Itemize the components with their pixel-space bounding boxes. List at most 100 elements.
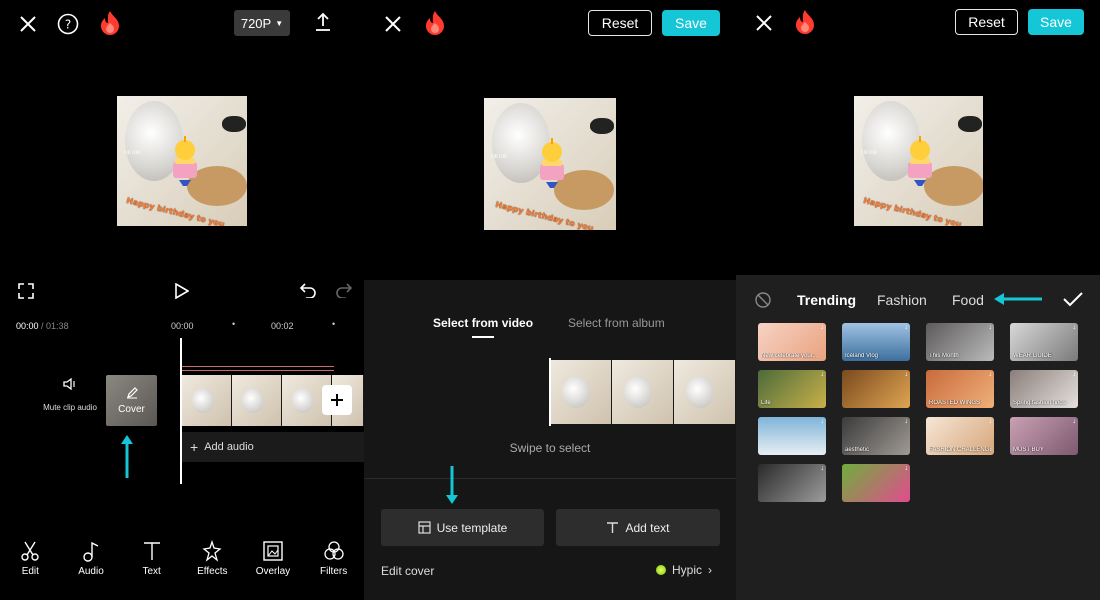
tool-filters[interactable]: Filters	[304, 540, 364, 577]
download-icon: ↓	[988, 371, 993, 378]
hypic-link[interactable]: Hypic ›	[656, 563, 712, 577]
reset-button[interactable]: Reset	[955, 9, 1018, 35]
use-template-button[interactable]: Use template	[381, 509, 544, 546]
resolution-value: 720P	[240, 15, 272, 31]
download-icon: ↓	[1072, 371, 1077, 378]
video-preview[interactable]: TikTok Happy birthday to you	[117, 46, 247, 274]
tool-text[interactable]: Text	[122, 540, 182, 577]
speaker-icon	[63, 377, 75, 391]
tool-audio[interactable]: Audio	[61, 540, 121, 577]
add-audio-label: Add audio	[204, 441, 254, 453]
frame-thumbnail	[674, 360, 736, 424]
cover-actions: Use template Add text Edit cover Hypic ›	[364, 478, 736, 600]
frame-selector-strip[interactable]	[550, 360, 736, 424]
cover-button[interactable]: Cover	[106, 375, 157, 426]
add-text-button[interactable]: Add text	[556, 509, 720, 546]
ruler-dot: •	[332, 319, 336, 329]
template-tile[interactable]: ↓ ROASTED WINGS	[926, 370, 994, 408]
template-tile[interactable]: ↓ WEAR GUIDE	[1010, 323, 1078, 361]
flame-icon[interactable]	[99, 10, 121, 41]
template-tile[interactable]: ↓ aesthetic	[842, 417, 910, 455]
scissors-icon	[21, 541, 40, 561]
template-tile[interactable]: ↓ This Month	[926, 323, 994, 361]
tool-edit[interactable]: Edit	[0, 540, 60, 577]
flame-icon[interactable]	[424, 10, 446, 41]
clip-thumbnail	[182, 375, 232, 426]
close-icon[interactable]	[381, 12, 405, 36]
play-icon[interactable]	[172, 280, 192, 302]
template-tile[interactable]: ↓ New celebrate your...	[758, 323, 826, 361]
download-icon: ↓	[1072, 418, 1077, 425]
template-tile[interactable]: ↓ Spring fashion finds	[1010, 370, 1078, 408]
watermark: TikTok	[490, 154, 508, 160]
save-button[interactable]: Save	[662, 10, 720, 36]
add-audio-track[interactable]: + Add audio	[182, 432, 364, 462]
template-tile[interactable]: ↓ FASHION CHALLENGE	[926, 417, 994, 455]
download-icon: ↓	[904, 324, 909, 331]
reset-button[interactable]: Reset	[588, 10, 652, 36]
close-icon[interactable]	[752, 11, 776, 35]
template-label: Spring fashion finds	[1013, 400, 1066, 406]
toy-image	[590, 118, 614, 134]
add-clip-button[interactable]	[322, 385, 352, 415]
redo-icon[interactable]	[334, 280, 354, 300]
fullscreen-icon[interactable]	[16, 281, 36, 301]
cake-sticker	[165, 136, 205, 191]
svg-text:?: ?	[65, 18, 71, 32]
swipe-hint: Swipe to select	[509, 441, 591, 455]
tool-effects[interactable]: Effects	[182, 540, 242, 577]
mute-clip-audio-button[interactable]: Mute clip audio	[40, 376, 100, 412]
undo-icon[interactable]	[298, 280, 318, 300]
download-icon: ↓	[904, 371, 909, 378]
template-label: This Month	[929, 353, 959, 359]
playhead[interactable]	[180, 338, 182, 484]
tool-label: Audio	[78, 566, 104, 577]
template-tile[interactable]: ↓	[758, 464, 826, 502]
video-frame: TikTok Happy birthday to you	[484, 98, 616, 230]
confirm-check-icon[interactable]	[1062, 289, 1084, 309]
toy-image	[958, 116, 982, 132]
video-preview[interactable]: TikTok Happy birthday to you	[484, 46, 616, 280]
video-preview[interactable]: TikTok Happy birthday to you	[854, 46, 983, 276]
template-label: ROASTED WINGS	[929, 400, 981, 406]
category-tab-trending[interactable]: Trending	[797, 292, 856, 308]
category-tab-food[interactable]: Food	[952, 292, 984, 308]
export-icon[interactable]	[312, 10, 334, 34]
tab-select-from-video[interactable]: Select from video	[433, 316, 533, 330]
watermark: TikTok	[123, 150, 141, 156]
tool-label: Edit	[21, 566, 39, 577]
current-time: 00:00	[16, 321, 39, 331]
resolution-dropdown[interactable]: 720P ▼	[234, 10, 290, 36]
bottom-toolbar: Edit Audio Text Effects Overlay Filters	[0, 540, 364, 577]
save-button[interactable]: Save	[1028, 9, 1084, 35]
template-tile[interactable]: ↓ MUST BUY	[1010, 417, 1078, 455]
tool-label: Filters	[319, 566, 348, 577]
frame-selector-handle[interactable]	[549, 358, 551, 426]
help-icon[interactable]: ?	[56, 12, 80, 36]
text-icon	[143, 542, 160, 560]
template-label: MUST BUY	[1013, 447, 1044, 453]
template-label: New celebrate your...	[761, 353, 818, 359]
cover-label: Cover	[118, 404, 145, 415]
active-tab-indicator	[472, 336, 494, 338]
video-frame: TikTok Happy birthday to you	[117, 96, 247, 226]
cyan-arrow-down-icon	[446, 466, 458, 504]
download-icon: ↓	[820, 465, 825, 472]
template-tile[interactable]: ↓	[842, 464, 910, 502]
no-template-icon[interactable]	[754, 291, 772, 309]
ruler-dot: •	[232, 319, 236, 329]
category-tab-fashion[interactable]: Fashion	[877, 292, 927, 308]
hypic-logo-icon	[656, 565, 666, 575]
close-icon[interactable]	[16, 12, 40, 36]
template-tile[interactable]: ↓	[842, 370, 910, 408]
tab-select-from-album[interactable]: Select from album	[568, 316, 665, 330]
template-tile[interactable]: ↓	[758, 417, 826, 455]
ruler-tick: 00:00	[171, 321, 194, 331]
template-tile[interactable]: ↓ Life	[758, 370, 826, 408]
mute-label: Mute clip audio	[43, 403, 97, 412]
template-tile[interactable]: ↓ Iceland Vlog	[842, 323, 910, 361]
hypic-label: Hypic	[672, 563, 703, 577]
tool-overlay[interactable]: Overlay	[243, 540, 303, 577]
template-label: Iceland Vlog	[845, 353, 879, 359]
flame-icon[interactable]	[794, 9, 816, 40]
